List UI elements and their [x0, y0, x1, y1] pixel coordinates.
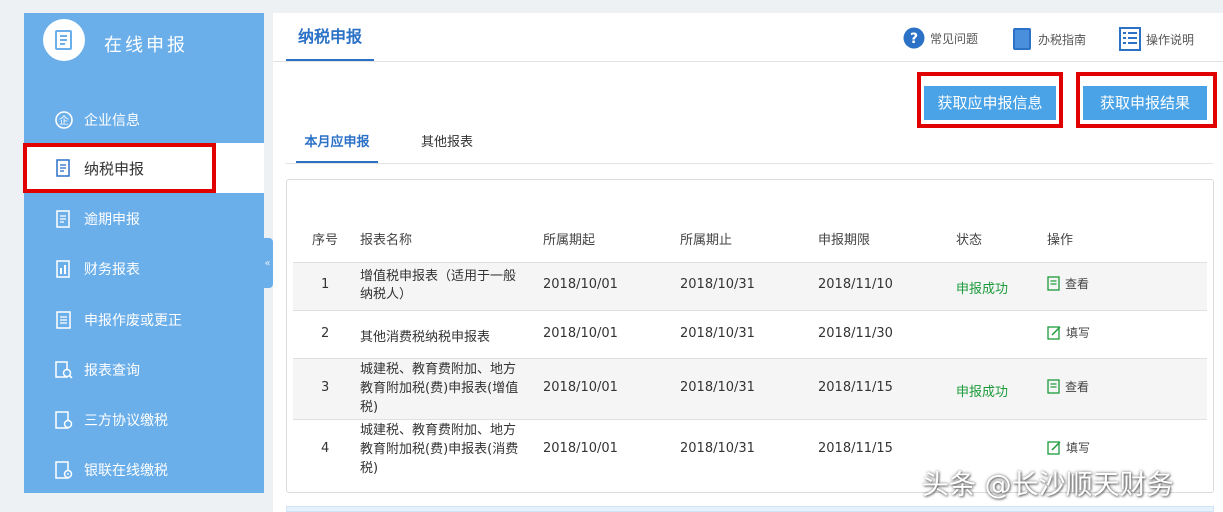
instructions-link[interactable]: 操作说明	[1119, 27, 1194, 51]
next-panel-edge	[286, 506, 1214, 512]
cell-end: 2018/10/31	[680, 380, 755, 395]
view-label: 查看	[1065, 277, 1090, 291]
cell-start: 2018/10/01	[543, 277, 618, 292]
document-icon	[55, 30, 72, 50]
cell-end: 2018/10/31	[680, 441, 755, 456]
cell-name-line: 教育附加税(费)申报表(消费	[360, 442, 519, 457]
view-label: 查看	[1065, 380, 1090, 394]
sidebar-item-label: 申报作废或更正	[84, 313, 182, 329]
cell-end: 2018/10/31	[680, 277, 755, 292]
question-icon: ?	[903, 27, 925, 49]
cell-deadline: 2018/11/15	[818, 441, 893, 456]
status-badge: 申报成功	[956, 282, 1009, 297]
col-header-name: 报表名称	[360, 233, 413, 248]
sidebar-item-finance-report[interactable]: 财务报表	[24, 244, 264, 294]
header-divider	[273, 61, 1223, 62]
tax-guide-link[interactable]: 办税指南	[1011, 27, 1086, 51]
col-header-no: 序号	[312, 233, 339, 248]
tab-this-month[interactable]: 本月应申报	[296, 131, 378, 163]
cell-no: 3	[321, 380, 330, 395]
col-header-status: 状态	[956, 233, 983, 248]
cell-name-line: 税)	[360, 400, 379, 415]
sidebar-item-label: 三方协议缴税	[84, 413, 168, 429]
sidebar-title: 在线申报	[104, 35, 188, 56]
view-icon	[1047, 379, 1061, 394]
cell-name-line: 增值税申报表（适用于一般	[360, 269, 517, 284]
sidebar-item-label: 财务报表	[84, 262, 140, 278]
cell-deadline: 2018/11/15	[818, 380, 893, 395]
main-panel: 纳税申报 ? 常见问题 办税指南 操作说明 获取应申报信息 获取申报结果 本月应…	[273, 13, 1223, 512]
page-title: 纳税申报	[286, 13, 374, 61]
view-link[interactable]: 查看	[1047, 378, 1089, 395]
view-link[interactable]: 查看	[1047, 275, 1089, 292]
cell-name-line: 城建税、教育费附加、地方	[360, 423, 517, 438]
sidebar-item-unionpay[interactable]: 银联在线缴税	[24, 445, 264, 495]
cell-start: 2018/10/01	[543, 380, 618, 395]
faq-link[interactable]: ? 常见问题	[903, 27, 978, 49]
cell-name: 城建税、教育费附加、地方 教育附加税(费)申报表(增值 税)	[360, 360, 540, 417]
sidebar-item-report-query[interactable]: 报表查询	[24, 345, 264, 395]
logo	[43, 19, 85, 61]
cell-no: 2	[321, 326, 330, 341]
cell-name: 其他消费税纳税申报表	[360, 326, 490, 345]
highlight-box	[23, 143, 216, 193]
overdue-icon	[54, 209, 74, 229]
unionpay-icon	[54, 460, 74, 480]
edit-icon	[1047, 440, 1062, 455]
status-badge: 申报成功	[956, 385, 1009, 400]
report-query-icon	[54, 360, 74, 380]
cell-no: 1	[321, 277, 330, 292]
svg-text:企: 企	[59, 114, 69, 127]
fill-label: 填写	[1066, 441, 1091, 455]
cell-no: 4	[321, 441, 330, 456]
cell-name-line: 纳税人）	[360, 287, 413, 302]
sidebar-item-tripartite[interactable]: 三方协议缴税	[24, 395, 264, 445]
enterprise-icon: 企	[54, 110, 74, 130]
fill-label: 填写	[1066, 326, 1091, 340]
col-header-deadline: 申报期限	[818, 233, 871, 248]
col-header-start: 所属期起	[543, 233, 596, 248]
sidebar: 在线申报 企 企业信息 纳税申报 逾期申报 财务报表 申报作废或更正 报表查询	[24, 13, 264, 493]
col-header-end: 所属期止	[680, 233, 733, 248]
faq-label: 常见问题	[930, 31, 979, 46]
fetch-declare-result-button[interactable]: 获取申报结果	[1083, 86, 1207, 120]
void-correct-icon	[54, 310, 74, 330]
sidebar-item-label: 报表查询	[84, 363, 140, 379]
instructions-label: 操作说明	[1146, 32, 1195, 47]
cell-start: 2018/10/01	[543, 326, 618, 341]
sidebar-item-void-correct[interactable]: 申报作废或更正	[24, 295, 264, 345]
cell-name-line: 税)	[360, 461, 379, 476]
cell-name: 增值税申报表（适用于一般 纳税人）	[360, 268, 540, 304]
fetch-declare-info-button[interactable]: 获取应申报信息	[924, 86, 1056, 120]
sidebar-item-label: 企业信息	[84, 113, 140, 129]
sidebar-item-overdue[interactable]: 逾期申报	[24, 194, 264, 244]
list-doc-icon	[1119, 27, 1141, 51]
cell-end: 2018/10/31	[680, 326, 755, 341]
tax-guide-label: 办税指南	[1038, 32, 1087, 47]
edit-icon	[1047, 325, 1062, 340]
tripartite-icon	[54, 410, 74, 430]
cell-start: 2018/10/01	[543, 441, 618, 456]
watermark: 头条 @长沙顺天财务	[922, 470, 1174, 501]
cell-deadline: 2018/11/10	[818, 277, 893, 292]
sidebar-item-label: 逾期申报	[84, 212, 140, 228]
cell-name-line: 其他消费税纳税申报表	[360, 330, 491, 345]
cell-name: 城建税、教育费附加、地方 教育附加税(费)申报表(消费 税)	[360, 421, 540, 478]
svg-text:?: ?	[910, 31, 918, 47]
cell-deadline: 2018/11/30	[818, 326, 893, 341]
declare-table: 序号 报表名称 所属期起 所属期止 申报期限 状态 操作 1 增值税申报表（适用…	[286, 179, 1214, 493]
finance-report-icon	[54, 259, 74, 279]
tab-divider	[285, 163, 1213, 164]
fill-link[interactable]: 填写	[1047, 324, 1090, 341]
fill-link[interactable]: 填写	[1047, 439, 1090, 456]
cell-name-line: 城建税、教育费附加、地方	[360, 362, 517, 377]
sidebar-item-enterprise[interactable]: 企 企业信息	[24, 95, 264, 145]
col-header-action: 操作	[1047, 233, 1074, 248]
book-icon	[1011, 27, 1033, 51]
collapse-sidebar-button[interactable]: «	[262, 238, 273, 288]
sidebar-item-label: 银联在线缴税	[84, 463, 168, 479]
tab-other-reports[interactable]: 其他报表	[421, 131, 473, 163]
view-icon	[1047, 276, 1061, 291]
cell-name-line: 教育附加税(费)申报表(增值	[360, 381, 519, 396]
